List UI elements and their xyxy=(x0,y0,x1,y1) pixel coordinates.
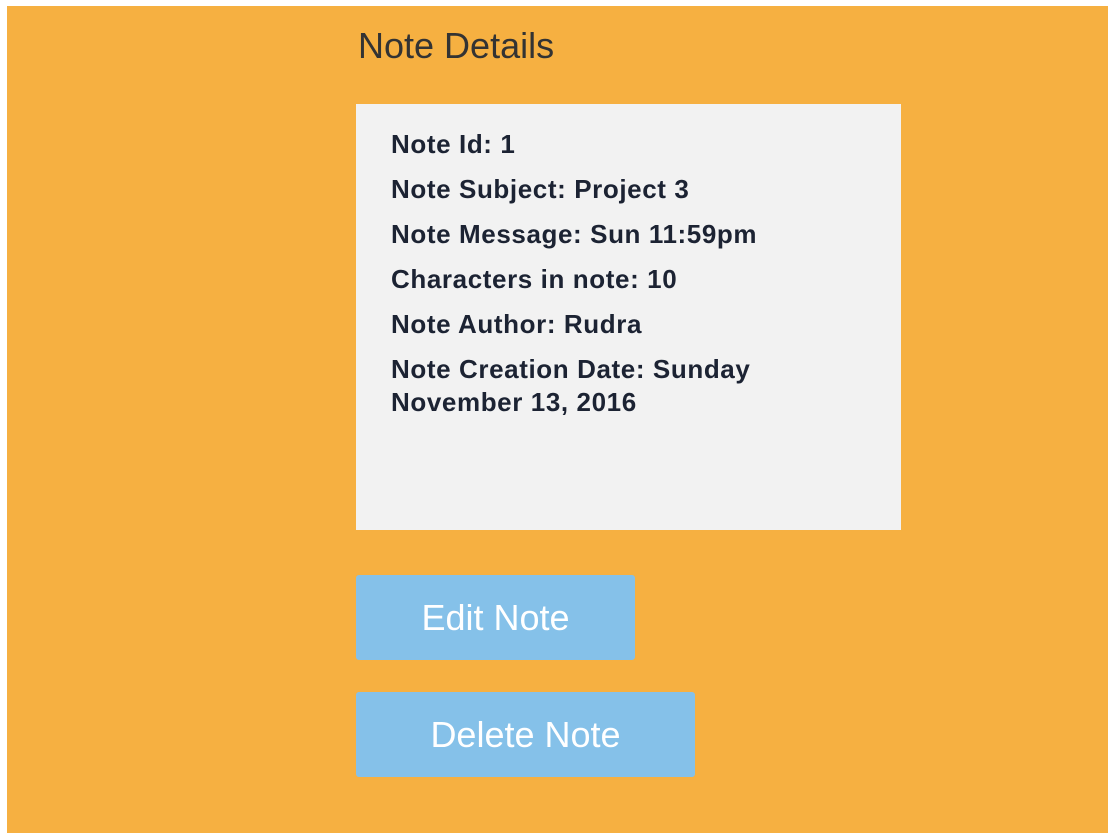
note-creation-date: Note Creation Date: Sunday November 13, … xyxy=(391,354,751,417)
note-id: Note Id: 1 xyxy=(391,129,516,159)
note-subject: Note Subject: Project 3 xyxy=(391,174,690,204)
note-message: Note Message: Sun 11:59pm xyxy=(391,219,758,249)
page-title: Note Details xyxy=(358,25,555,66)
note-characters: Characters in note: 10 xyxy=(391,264,678,294)
delete-note-button[interactable]: Delete Note xyxy=(356,692,695,777)
note-author: Note Author: Rudra xyxy=(391,309,643,339)
note-details-page: Note Details Note Id: 1 Note Subject: Pr… xyxy=(7,6,1108,833)
edit-note-button[interactable]: Edit Note xyxy=(356,575,635,660)
note-details-card: Note Id: 1 Note Subject: Project 3 Note … xyxy=(356,104,901,530)
